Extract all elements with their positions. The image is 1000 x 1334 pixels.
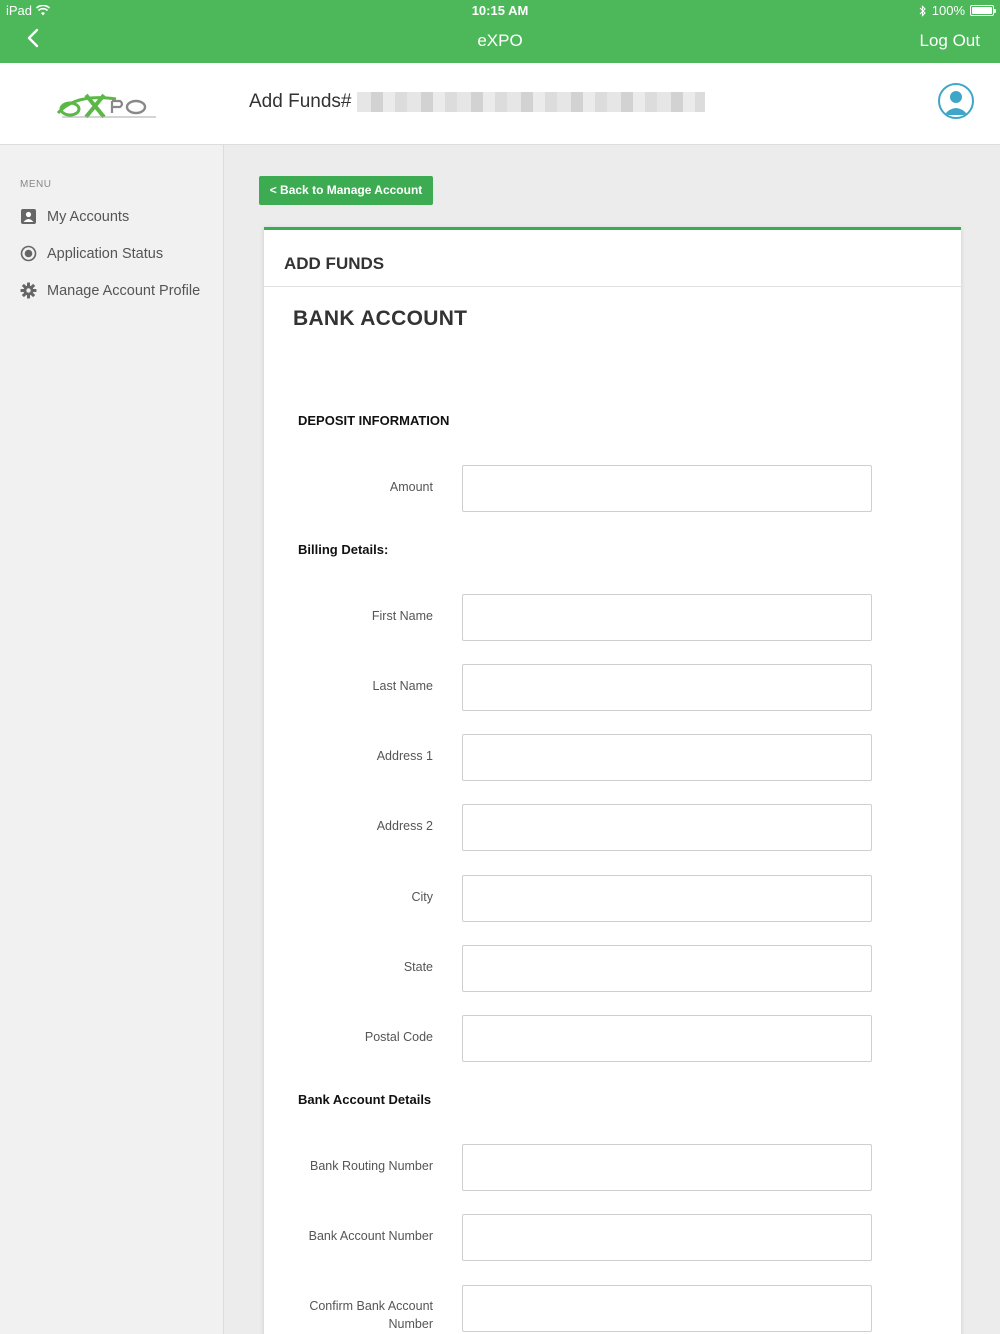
app-top-bar: iPad 10:15 AM 100% eXPO Log Out [0,0,1000,63]
account-box-icon [21,209,36,224]
first-name-label: First Name [371,609,433,623]
status-time: 10:15 AM [471,3,529,18]
state-label: State [403,960,433,974]
back-to-manage-account-button[interactable]: < Back to Manage Account [259,176,433,205]
amount-input[interactable] [462,465,872,512]
card-title: ADD FUNDS [264,230,961,287]
account-number-label: Bank Account Number [308,1229,433,1243]
battery-percent: 100% [931,3,965,18]
first-name-input[interactable] [462,594,872,641]
address1-input[interactable] [462,734,872,781]
confirm-account-number-input[interactable] [462,1285,872,1332]
billing-heading: Billing Details: [298,542,389,557]
last-name-input[interactable] [462,664,872,711]
user-avatar[interactable] [938,83,974,119]
sidebar-item-manage-profile[interactable]: Manage Account Profile [20,282,200,299]
address1-label: Address 1 [376,749,433,763]
city-label: City [411,890,433,904]
expo-logo [56,93,156,119]
page-title: Add Funds# [249,91,706,113]
bank-details-heading: Bank Account Details [298,1092,432,1107]
city-input[interactable] [462,875,872,922]
nav-title: eXPO [477,31,523,50]
radio-dot-icon [20,245,37,262]
last-name-label: Last Name [372,679,433,693]
menu-label: MENU [20,179,52,190]
sidebar: MENU My Accounts Application Status Mana… [0,145,224,1334]
sidebar-item-label: My Accounts [47,208,130,225]
sidebar-item-label: Application Status [47,245,164,262]
logout-button[interactable]: Log Out [920,31,981,51]
amount-label: Amount [389,480,433,494]
address2-input[interactable] [462,804,872,851]
gear-icon [20,282,37,299]
add-funds-card: ADD FUNDS BANK ACCOUNT DEPOSIT INFORMATI… [264,227,961,1334]
account-number-input[interactable] [462,1214,872,1261]
sidebar-item-my-accounts[interactable]: My Accounts [20,208,129,225]
postal-code-label: Postal Code [364,1030,433,1044]
sidebar-item-label: Manage Account Profile [47,282,201,299]
confirm-account-number-label: Confirm Bank Account Number [309,1299,433,1331]
deposit-heading: DEPOSIT INFORMATION [298,413,450,428]
redacted-account-number [357,92,706,112]
section-title: BANK ACCOUNT [293,307,468,330]
state-input[interactable] [462,945,872,992]
routing-number-input[interactable] [462,1144,872,1191]
bluetooth-icon [919,4,926,17]
battery-icon [970,5,996,16]
user-icon [944,91,968,115]
page-title-text: Add Funds# [249,91,352,112]
routing-number-label: Bank Routing Number [310,1159,433,1173]
address2-label: Address 2 [376,819,433,833]
page-header: Add Funds# [0,63,1000,145]
postal-code-input[interactable] [462,1015,872,1062]
status-right: 100% [919,3,996,18]
sidebar-item-application-status[interactable]: Application Status [20,245,163,262]
